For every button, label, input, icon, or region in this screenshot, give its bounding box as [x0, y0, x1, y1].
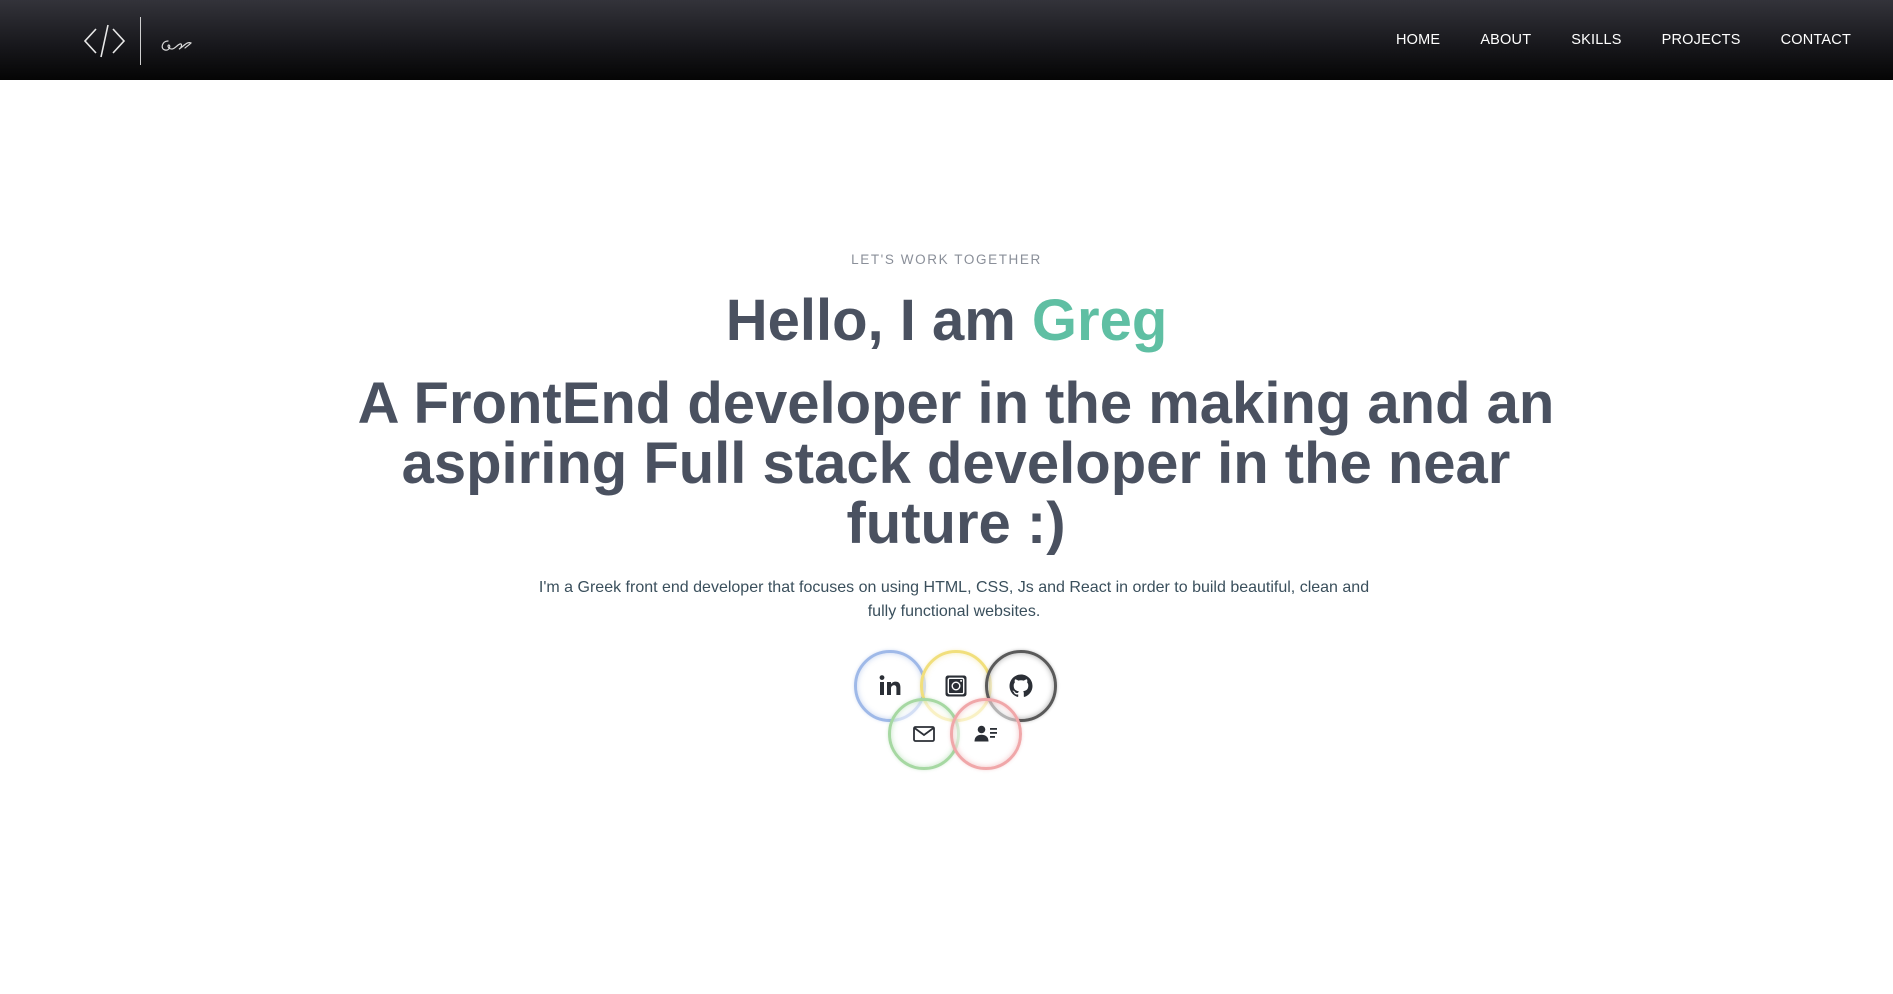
navbar: HOME ABOUT SKILLS PROJECTS CONTACT [0, 0, 1893, 80]
resume-link[interactable] [950, 698, 1022, 770]
hero-headline: A FrontEnd developer in the making and a… [357, 371, 1555, 556]
hero-name: Greg [1031, 288, 1168, 353]
logo[interactable] [84, 17, 193, 65]
nav-projects[interactable]: PROJECTS [1662, 32, 1741, 48]
linkedin-icon [879, 675, 901, 695]
hero-eyebrow: LET'S WORK TOGETHER [851, 252, 1042, 267]
nav-about[interactable]: ABOUT [1480, 32, 1531, 48]
instagram-icon [945, 675, 967, 697]
main-nav: HOME ABOUT SKILLS PROJECTS CONTACT [1356, 0, 1851, 80]
social-links [850, 648, 1060, 772]
mail-icon [913, 726, 935, 742]
contact-card-icon [974, 725, 997, 742]
logo-divider [140, 17, 141, 65]
nav-skills[interactable]: SKILLS [1571, 32, 1621, 48]
code-brackets-icon [84, 24, 126, 58]
greeting-text: Hello, I am [725, 288, 1032, 353]
nav-contact[interactable]: CONTACT [1781, 32, 1851, 48]
nav-home[interactable]: HOME [1396, 32, 1440, 48]
hero-greeting: Hello, I am Greg [0, 288, 1893, 354]
hero-description: I'm a Greek front end developer that foc… [538, 579, 1370, 620]
signature-icon [161, 40, 193, 51]
github-icon [1009, 674, 1033, 697]
